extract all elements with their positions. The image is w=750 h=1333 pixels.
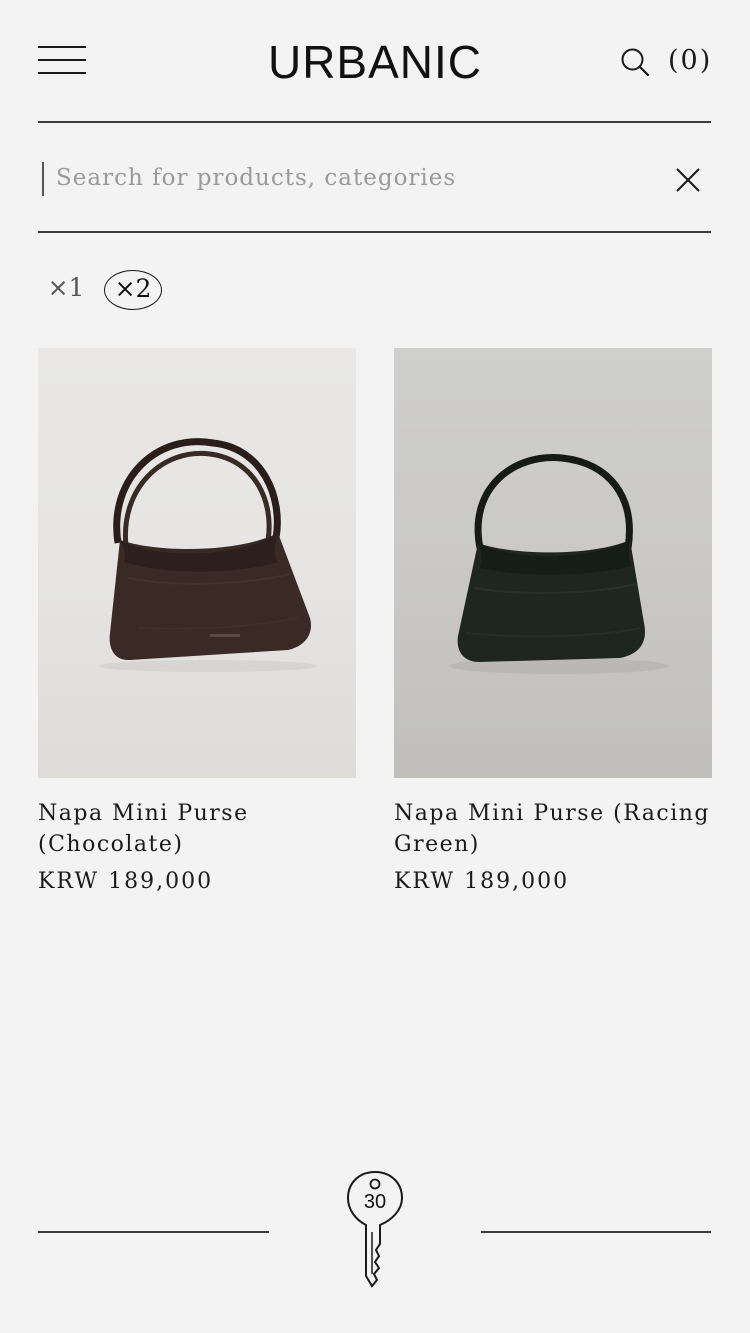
key-icon (346, 1170, 404, 1290)
search-icon[interactable] (620, 47, 650, 77)
product-card[interactable]: Napa Mini Purse (Racing Green) KRW 189,0… (394, 348, 712, 897)
product-image[interactable] (394, 348, 712, 778)
product-name[interactable]: Napa Mini Purse (Chocolate) (38, 798, 356, 860)
two-column-view-toggle[interactable]: ×2 (104, 270, 162, 310)
search-divider (38, 231, 711, 233)
search-bar (38, 124, 711, 230)
close-icon[interactable] (674, 166, 702, 194)
one-column-view-toggle[interactable]: ×1 (44, 270, 88, 308)
search-input[interactable] (56, 158, 636, 198)
header-divider (38, 121, 711, 123)
product-name[interactable]: Napa Mini Purse (Racing Green) (394, 798, 712, 860)
product-price: KRW 189,000 (394, 869, 570, 894)
product-price: KRW 189,000 (38, 869, 214, 894)
product-card[interactable]: Napa Mini Purse (Chocolate) KRW 189,000 (38, 348, 356, 897)
product-image[interactable] (38, 348, 356, 778)
site-header: URBANIC (0) (0, 0, 750, 122)
footer-divider-right (481, 1231, 711, 1233)
key-number: 30 (363, 1191, 387, 1213)
footer-divider-left (38, 1231, 269, 1233)
cart-button[interactable]: (0) (668, 44, 712, 78)
text-cursor (42, 162, 44, 196)
